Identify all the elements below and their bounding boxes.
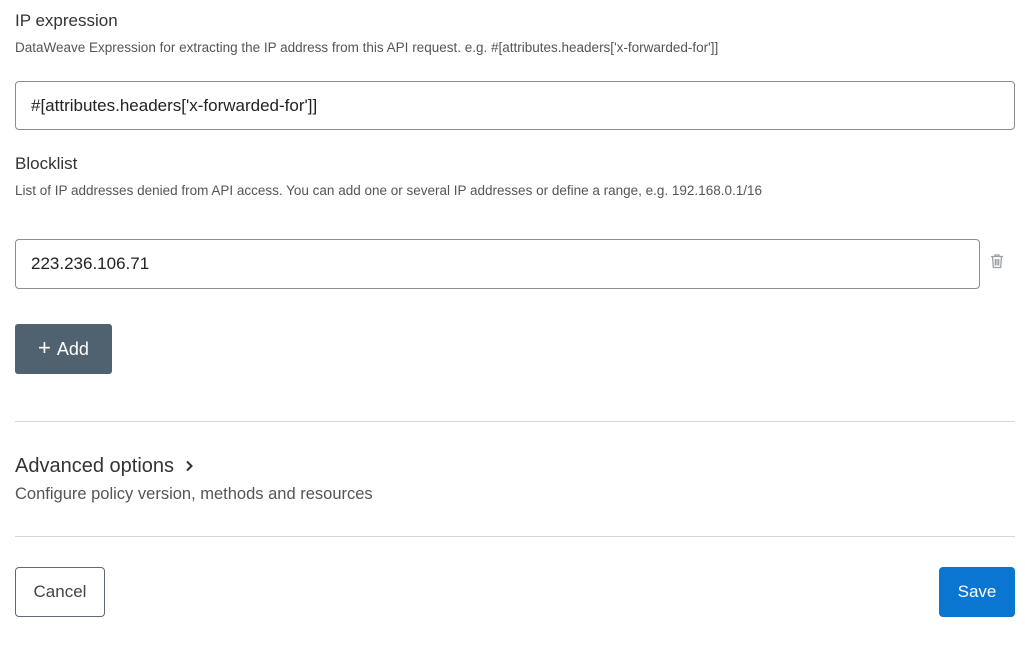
section-divider — [15, 421, 1015, 422]
ip-expression-label: IP expression — [15, 11, 118, 30]
save-button[interactable]: Save — [939, 567, 1015, 617]
policy-config-form: IP expression DataWeave Expression for e… — [0, 0, 1025, 653]
plus-icon: + — [38, 335, 51, 360]
add-button-label: Add — [56, 338, 89, 359]
chevron-right-icon — [184, 455, 194, 478]
ip-expression-help: DataWeave Expression for extracting the … — [15, 40, 719, 55]
blocklist-ip-input[interactable] — [15, 239, 980, 289]
advanced-options-title: Advanced options — [15, 455, 175, 477]
blocklist-help: List of IP addresses denied from API acc… — [15, 183, 762, 198]
blocklist-label: Blocklist — [15, 154, 78, 173]
advanced-options-toggle[interactable]: Advanced options — [15, 455, 194, 478]
footer-divider — [15, 536, 1015, 537]
ip-expression-input[interactable] — [15, 81, 1015, 130]
add-ip-button[interactable]: + Add — [15, 324, 112, 374]
advanced-options-subtitle: Configure policy version, methods and re… — [15, 485, 373, 503]
trash-icon[interactable] — [988, 252, 1006, 270]
cancel-button[interactable]: Cancel — [15, 567, 105, 617]
